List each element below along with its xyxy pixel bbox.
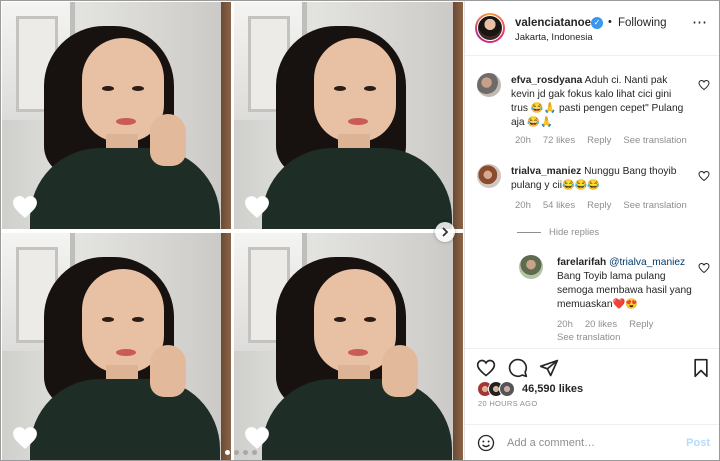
post-side-panel: valenciatanoe ✓ • Following Jakarta, Ind… — [464, 1, 719, 460]
photo-wood-frame — [453, 2, 463, 229]
like-heart-icon[interactable] — [698, 79, 710, 91]
comment-bubble-icon[interactable] — [508, 358, 528, 378]
photo-tile — [234, 2, 463, 229]
add-comment-bar: Post — [465, 424, 719, 460]
photo-tile — [2, 233, 231, 460]
carousel-dot — [252, 450, 257, 455]
reply-time: 20h — [557, 319, 573, 330]
avatar[interactable] — [477, 164, 501, 188]
photo-tile — [234, 233, 463, 460]
reply-meta: 20h 20 likes Reply — [557, 319, 653, 330]
comment-username[interactable]: efva_rosdyana — [511, 75, 582, 86]
reply-button[interactable]: Reply — [587, 200, 611, 211]
verified-badge-icon: ✓ — [591, 17, 603, 29]
mention-link[interactable]: @trialva_maniez — [609, 257, 685, 268]
post-button[interactable]: Post — [686, 437, 710, 449]
photo-hand — [150, 114, 186, 166]
heart-icon[interactable] — [12, 195, 38, 219]
share-paper-plane-icon[interactable] — [539, 358, 559, 378]
reply-button[interactable]: Reply — [629, 319, 653, 330]
avatar — [499, 381, 515, 397]
photo-wood-frame — [221, 2, 231, 229]
see-translation-button[interactable]: See translation — [557, 332, 620, 343]
photo-wood-frame — [221, 233, 231, 460]
likes-summary[interactable]: 46,590 likes — [477, 381, 583, 397]
comment-time: 20h — [515, 135, 531, 146]
comment-body: efva_rosdyana Aduh ci. Nanti pak kevin j… — [511, 74, 691, 130]
comment-likes[interactable]: 72 likes — [543, 135, 575, 146]
header-username[interactable]: valenciatanoe — [515, 17, 591, 29]
chevron-right-icon — [442, 227, 449, 237]
comment-username[interactable]: trialva_maniez — [511, 166, 581, 177]
like-heart-icon[interactable] — [698, 262, 710, 274]
photo-tile — [2, 2, 231, 229]
avatar[interactable] — [519, 255, 543, 279]
instagram-post-window: valenciatanoe ✓ • Following Jakarta, Ind… — [0, 0, 720, 461]
heart-icon[interactable] — [12, 426, 38, 450]
comment-likes[interactable]: 54 likes — [543, 200, 575, 211]
heart-icon[interactable] — [244, 426, 270, 450]
carousel-dot — [234, 450, 239, 455]
comment-input[interactable] — [507, 433, 667, 453]
hide-replies-button[interactable]: Hide replies — [549, 226, 599, 240]
comment-meta: 20h 54 likes Reply See translation — [515, 200, 687, 211]
post-image-carousel[interactable] — [1, 1, 464, 460]
more-horizontal-icon[interactable]: ⋯ — [692, 13, 708, 31]
comment-meta: 20h 72 likes Reply See translation — [515, 135, 687, 146]
photo-wood-frame — [453, 233, 463, 460]
bookmark-icon[interactable] — [691, 358, 711, 378]
reply-button[interactable]: Reply — [587, 135, 611, 146]
header-separator: • — [608, 16, 612, 28]
post-header: valenciatanoe ✓ • Following Jakarta, Ind… — [465, 1, 719, 56]
reply-text: Bang Toyib lama pulang semoga membawa ha… — [557, 271, 692, 310]
post-timestamp: 20 HOURS AGO — [478, 399, 538, 408]
reply-body: farelarifah @trialva_maniez Bang Toyib l… — [557, 256, 697, 312]
avatar[interactable] — [477, 73, 501, 97]
carousel-next-button[interactable] — [435, 222, 455, 242]
carousel-dots — [225, 450, 257, 455]
like-heart-icon[interactable] — [698, 170, 710, 182]
carousel-dot — [243, 450, 248, 455]
heart-icon[interactable] — [244, 195, 270, 219]
see-translation-button[interactable]: See translation — [623, 200, 686, 211]
like-heart-icon[interactable] — [476, 358, 496, 378]
comment-body: trialva_maniez Nunggu Bang thoyib pulang… — [511, 165, 691, 193]
photo-face — [314, 38, 396, 142]
reply-likes[interactable]: 20 likes — [585, 319, 617, 330]
emoji-icon[interactable] — [477, 434, 495, 452]
photo-hand — [150, 345, 186, 397]
location-link[interactable]: Jakarta, Indonesia — [515, 32, 593, 43]
action-bar — [465, 348, 719, 383]
comment-time: 20h — [515, 200, 531, 211]
replies-divider — [517, 232, 541, 233]
carousel-dot — [225, 450, 230, 455]
likes-count[interactable]: 46,590 likes — [522, 383, 583, 395]
photo-hand — [382, 345, 418, 397]
avatar[interactable] — [475, 13, 505, 43]
see-translation-button[interactable]: See translation — [623, 135, 686, 146]
reply-username[interactable]: farelarifah — [557, 257, 606, 268]
following-button[interactable]: Following — [618, 17, 667, 29]
